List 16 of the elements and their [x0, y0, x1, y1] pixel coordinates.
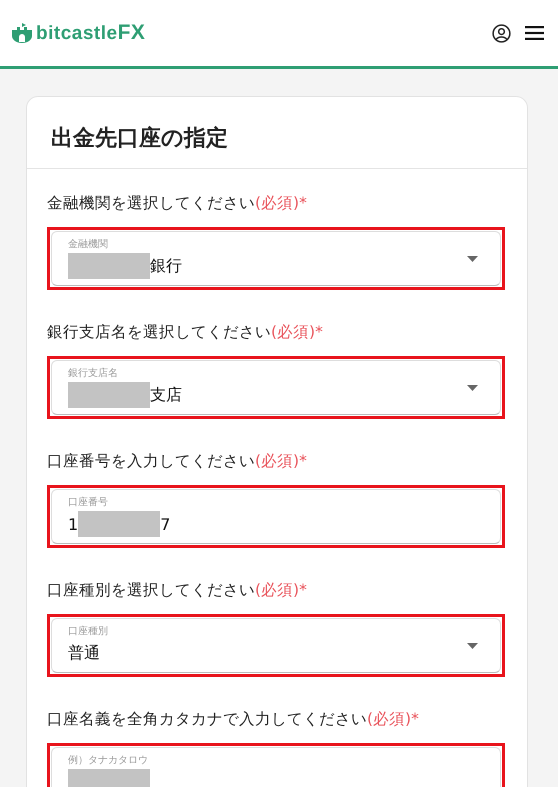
dropdown-field[interactable]: 銀行支店名 支店	[51, 360, 501, 415]
field-label: 金融機関を選択してください(必須)*	[47, 193, 308, 214]
dropdown-field[interactable]: 口座種別 普通	[51, 618, 501, 673]
user-account-icon[interactable]	[492, 24, 511, 42]
field-label: 口座番号を入力してください(必須)*	[47, 451, 308, 472]
field-label: 口座種別を選択してください(必須)*	[47, 580, 308, 601]
field-label: 口座名義を全角カタカナで入力してください(必須)*	[47, 709, 420, 730]
input-field[interactable]: 口座番号 1 7	[51, 489, 501, 544]
dropdown-field[interactable]: 金融機関 銀行	[51, 231, 501, 286]
castle-logo-icon	[11, 23, 33, 43]
caret-icon	[467, 256, 478, 262]
field-label: 銀行支店名を選択してください(必須)*	[47, 322, 324, 343]
card-title: 出金先口座の指定	[27, 97, 527, 169]
caret-icon	[467, 385, 478, 391]
menu-icon[interactable]	[525, 26, 544, 40]
caret-icon	[467, 643, 478, 649]
